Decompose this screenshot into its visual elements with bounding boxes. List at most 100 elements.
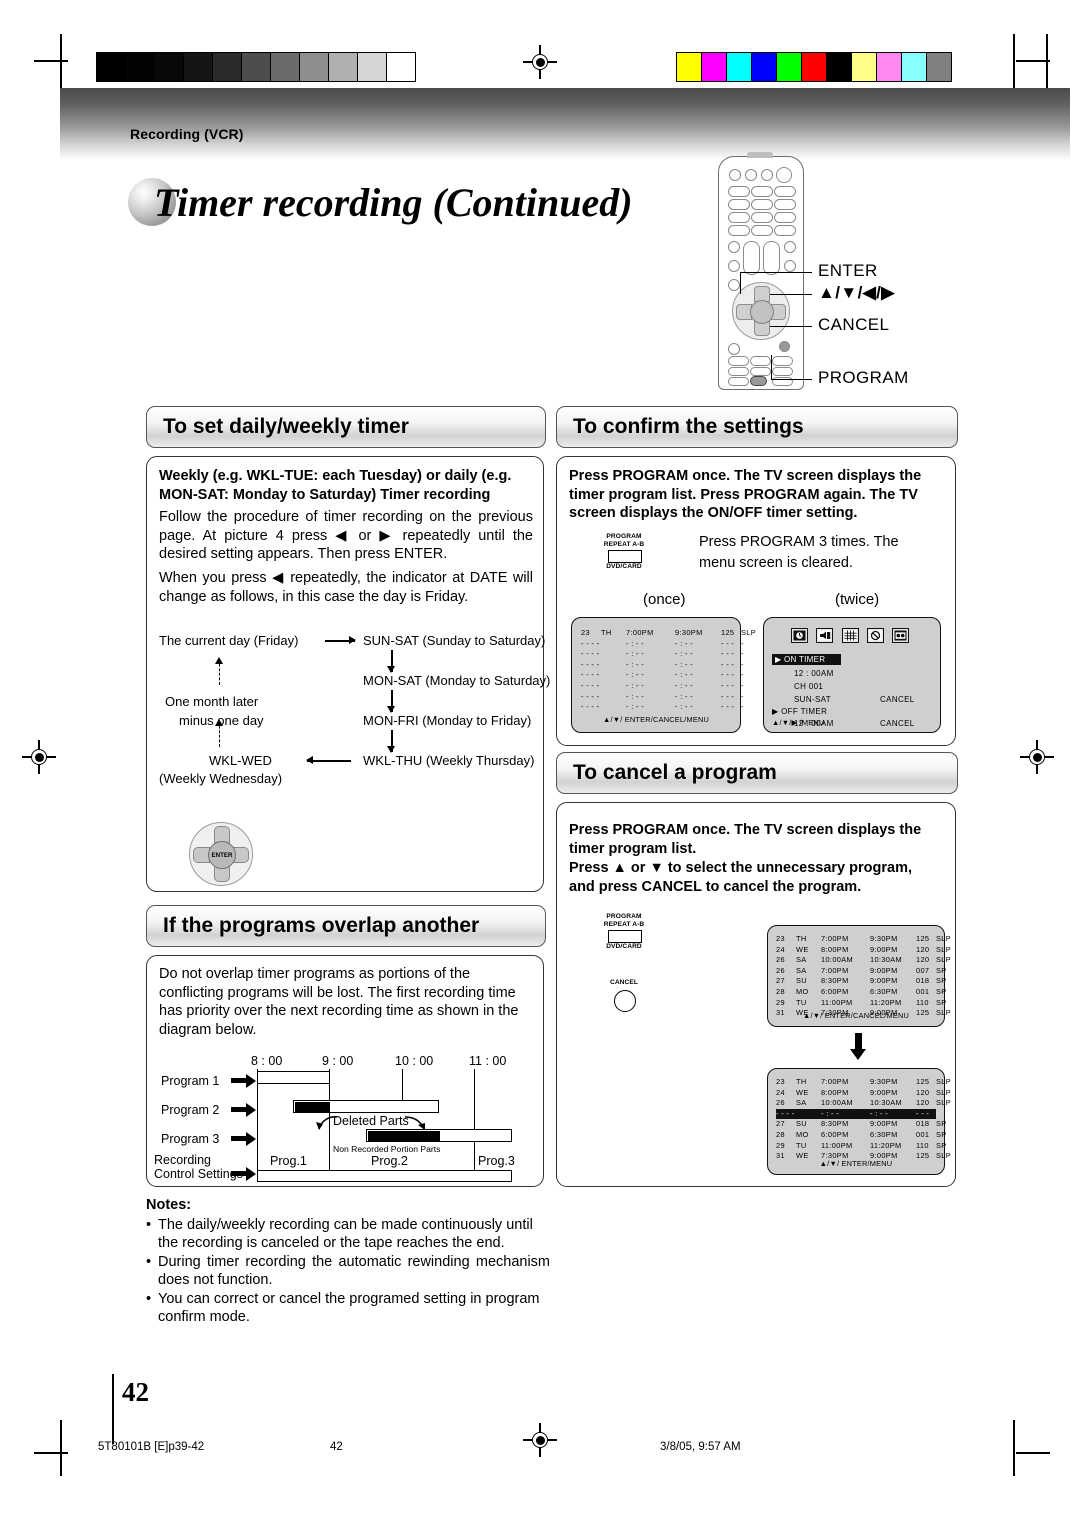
timeline-time-label: 10 : 00 [395,1054,434,1068]
tv-list-cell: - : - - [821,1108,840,1118]
tv-on-timer-cancel: CANCEL [880,695,915,704]
timeline-gridline [474,1069,476,1173]
tv-list-cell: 9:00PM [870,1087,898,1097]
tv-list-cell: 23 [776,1077,785,1086]
tv-list-cell: 26 [776,965,785,975]
tv-on-timer-row: ▶ ON TIMER [772,654,842,665]
header-band: Recording (VCR) [60,88,1070,160]
remote-key-circle [728,241,740,253]
tv-list-cell: WE [796,1087,809,1097]
page-title: Timer recording (Continued) [154,179,633,225]
tv-on-timer-channel: CH 001 [794,682,824,691]
tv-list-cell: SA [796,955,807,965]
heading-overlap-label: If the programs overlap another [163,914,480,937]
remote-key-circle [728,343,740,355]
tv-list-row: 28 MO 6:00PM 6:30PM 001 SP [776,1130,946,1141]
tv-list-cell: - - - - [776,1108,795,1118]
callout-leader-enter [740,272,812,274]
remote-key-circle [728,260,740,272]
tv-list-cell: 8:30PM [821,1119,849,1129]
tv-list-cell: 10:00AM [821,955,854,965]
tv-list-cell: 7:00PM [821,1077,849,1086]
heading-confirm-settings: To confirm the settings [556,406,958,448]
crop-mark-bottom-right-h [1016,1452,1050,1454]
tv-list-cell: TH [601,628,612,637]
color-swatch [802,53,827,81]
timeline-control-label-2: Control Settings [154,1167,243,1181]
tv-screen-once-footer: ▲/▼/ ENTER/CANCEL/MENU [602,715,710,724]
grayscale-swatch [300,53,329,81]
grayscale-swatch [126,53,155,81]
tv-list-cell: - - - [721,659,735,669]
daily-weekly-timer-body: Weekly (e.g. WKL-TUE: each Tuesday) or d… [146,456,550,892]
timeline-time-label: 8 : 00 [251,1054,283,1068]
registration-mark-bottom-center [523,1423,557,1457]
tv-list-cell: - : - - [675,638,694,648]
note-bullet-icon: • [146,1216,152,1233]
grayscale-calibration-bar [96,52,416,82]
tv-list-cell: - : - - [626,702,645,712]
tv-list-cell: 27 [776,976,785,986]
tv-list-row: 29 TU 11:00PM 11:20PM 110 SP [776,1140,946,1152]
cycle-current-day: The current day (Friday) [159,633,299,648]
heading-confirm-settings-label: To confirm the settings [573,415,804,438]
tv-list-cell: 29 [776,997,785,1007]
caption-twice: (twice) [835,591,880,608]
tv-list-cell: - : - - [626,680,645,690]
registration-mark-top-center [523,45,557,79]
tv-list-cell: WE [796,944,809,954]
confirm-note-line2: menu screen is cleared. [699,555,853,571]
callout-program: PROGRAM [818,368,909,387]
color-calibration-bar [676,52,952,82]
note-item: • During timer recording the automatic r… [146,1253,550,1290]
callout-arrow-keys: ▲/▼/◀/▶ [818,283,895,302]
tv-list-cell: 9:30PM [870,1077,898,1086]
cycle-arrow-down-1 [388,650,395,673]
color-swatch [902,53,927,81]
tv-list-cell: 9:00PM [870,1119,898,1129]
footer-doc-id: 5T80101B [E]p39-42 [98,1441,205,1453]
confirm-bold-intro: Press PROGRAM once. The TV screen displa… [569,468,922,521]
tv-list-cell: 9:00PM [870,944,898,954]
remote-function-key [772,356,793,366]
heading-cancel-program: To cancel a program [556,752,958,794]
cycle-arrow-right-top [325,637,356,644]
tv-list-cell: - : - - [675,659,694,669]
cycle-arrow-left-bottom [306,757,351,764]
tv-list-cell: - [741,638,744,648]
tv-list-cell: SP [936,965,947,975]
tv-list-row: 23 TH 7:00PM 9:30PM 125 SLP [776,1077,951,1088]
tv-program-list-footer: ▲/▼/ ENTER/CANCEL/MENU [802,1011,910,1020]
remote-rocker-key [763,241,780,275]
timeline-arrow [231,1073,256,1088]
deleted-parts-pointer-left [316,1116,338,1130]
program-button-glyph: PROGRAM REPEAT A-B DVD/CARD [590,533,658,575]
remote-cancel-key [779,341,790,352]
remote-number-key [728,199,750,210]
tv-list-cell: 11:20PM [870,1140,902,1150]
crop-mark-top-right-v2 [1046,34,1048,90]
grayscale-swatch [271,53,300,81]
remote-number-key [751,186,773,197]
flow-arrow-down [850,1033,866,1060]
grayscale-swatch [242,53,271,81]
remote-key-circle [728,279,740,291]
registration-mark-left-middle [22,740,56,774]
color-swatch [827,53,852,81]
grayscale-swatch [213,53,242,81]
tv-list-cell: - - - - [581,649,600,659]
timeline-gridline [257,1069,259,1173]
tv-list-cell: TU [796,997,807,1007]
tv-list-cell: 9:00PM [870,976,898,986]
tv-off-timer-cancel: CANCEL [880,719,915,728]
grayscale-swatch [358,53,387,81]
tv-list-cell: - : - - [626,638,645,648]
timeline-bar-result [257,1170,512,1182]
heading-daily-weekly-timer-label: To set daily/weekly timer [163,415,409,438]
cycle-sun-sat: SUN-SAT (Sunday to Saturday) [363,633,546,648]
tv-screen-twice: ▶ ON TIMER 12 : 00AM CH 001 SUN-SAT CANC… [763,617,941,733]
tv-list-cell: - [741,649,744,659]
crop-mark-bottom-left-h [34,1452,68,1454]
tv-list-cell: - - - [916,1108,930,1118]
timeline-time-label: 11 : 00 [469,1054,507,1068]
